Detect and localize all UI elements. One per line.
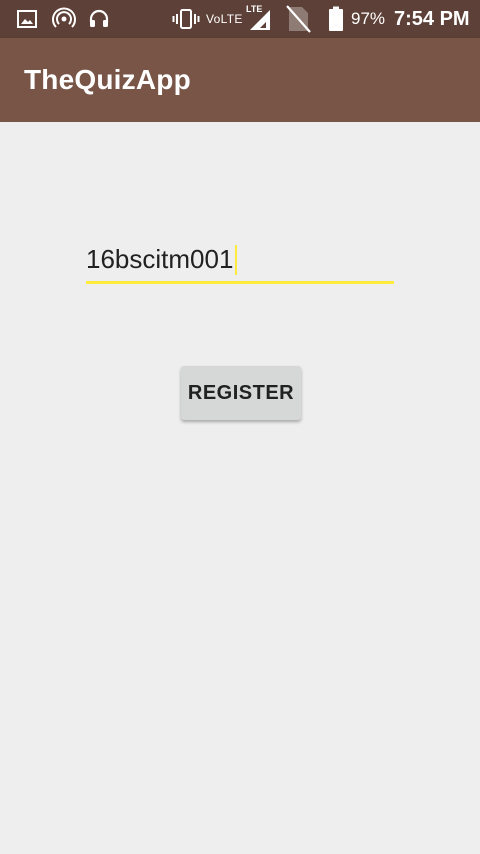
user-id-input[interactable]: 16bscitm001 bbox=[86, 238, 394, 284]
main-content: 16bscitm001 REGISTER bbox=[0, 122, 480, 854]
headset-icon bbox=[88, 0, 110, 38]
app-title: TheQuizApp bbox=[24, 64, 191, 95]
user-id-input-value[interactable]: 16bscitm001 bbox=[86, 244, 233, 275]
clock: 7:54 PM bbox=[394, 7, 470, 30]
register-button[interactable]: REGISTER bbox=[181, 366, 301, 420]
image-icon bbox=[16, 0, 38, 38]
vibrate-icon bbox=[172, 0, 200, 38]
hotspot-icon bbox=[52, 0, 76, 38]
volte-icon: VoLTE bbox=[206, 12, 243, 26]
lte-label: LTE bbox=[246, 4, 263, 14]
text-cursor bbox=[235, 244, 238, 275]
status-bar: VoLTE LTE 97% 7:54 PM bbox=[0, 0, 480, 38]
battery-icon bbox=[328, 0, 344, 38]
app-bar: TheQuizApp bbox=[0, 38, 480, 122]
user-id-input-value-wrap[interactable]: 16bscitm001 bbox=[86, 244, 238, 275]
battery-percent: 97% bbox=[351, 9, 386, 28]
no-sim-icon bbox=[284, 0, 312, 38]
